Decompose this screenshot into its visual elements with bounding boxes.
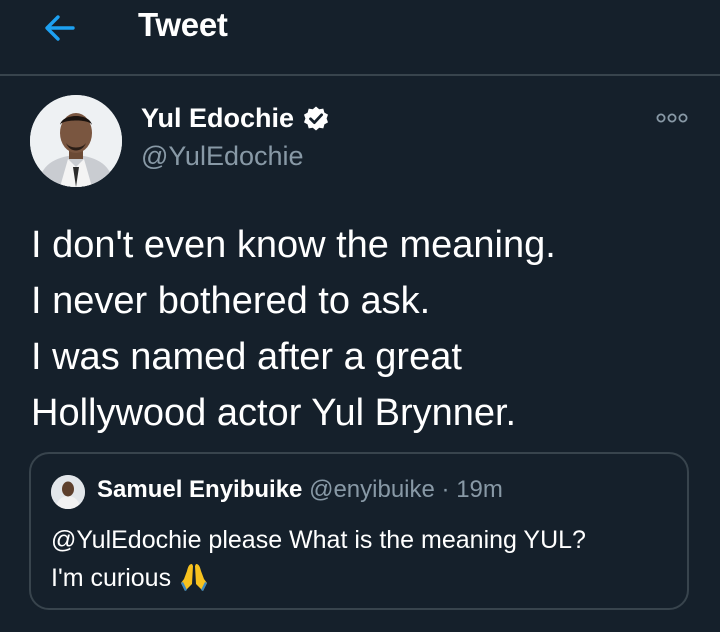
quoted-author-handle[interactable]: @enyibuike (309, 476, 435, 503)
more-options-button[interactable] (654, 108, 690, 128)
verified-badge-icon (302, 105, 330, 133)
tweet-text: I don't even know the meaning. I never b… (31, 224, 556, 434)
quoted-tweet-text-block: @YulEdochie please What is the meaning Y… (51, 521, 671, 597)
page-title: Tweet (138, 6, 228, 43)
quoted-tweet-text: @YulEdochie please What is the meaning Y… (51, 526, 586, 592)
author-name-row: Yul Edochie (141, 103, 330, 134)
more-options-icon (656, 113, 688, 123)
quoted-tweet-card[interactable]: Samuel Enyibuike @enyibuike · 19m @YulEd… (29, 452, 689, 610)
quoted-tweet-header: Samuel Enyibuike @enyibuike · 19m (97, 476, 503, 504)
quoted-author-avatar (51, 475, 85, 509)
back-button[interactable] (38, 8, 82, 48)
quoted-tweet-time: 19m (456, 476, 503, 503)
arrow-left-icon (45, 15, 75, 41)
author-handle[interactable]: @YulEdochie (141, 141, 304, 172)
folded-hands-icon (177, 562, 211, 592)
author-name[interactable]: Yul Edochie (141, 103, 294, 134)
separator-dot: · (441, 476, 450, 503)
top-bar: Tweet (0, 0, 720, 76)
author-avatar[interactable] (30, 95, 122, 187)
quoted-author-name[interactable]: Samuel Enyibuike (97, 476, 302, 503)
avatar-image (30, 95, 122, 187)
